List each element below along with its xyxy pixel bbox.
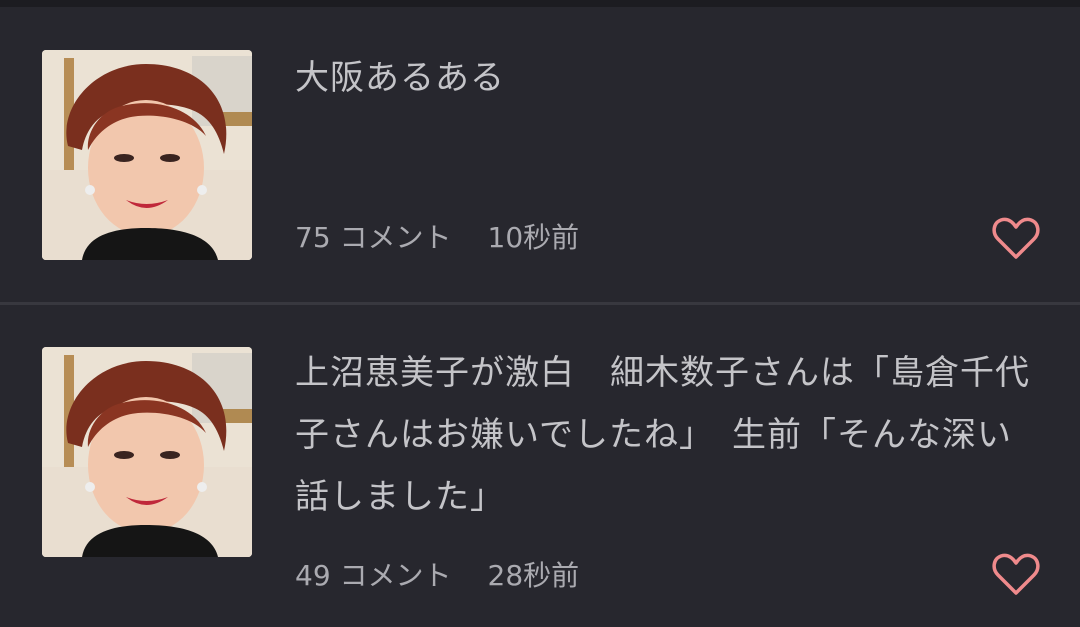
- comment-count: 75 コメント: [295, 221, 452, 254]
- feed-item[interactable]: 大阪あるある 75 コメント 10秒前: [0, 7, 1080, 302]
- heart-outline-icon[interactable]: [992, 217, 1040, 261]
- heart-outline-icon[interactable]: [992, 553, 1040, 597]
- comment-count: 49 コメント: [295, 559, 452, 592]
- post-time: 10秒前: [487, 221, 580, 254]
- top-divider: [0, 0, 1080, 7]
- feed-item[interactable]: 上沼恵美子が激白 細木数子さんは「島倉千代子さんはお嫌いでしたね」 生前「そんな…: [0, 305, 1080, 627]
- article-title[interactable]: 上沼恵美子が激白 細木数子さんは「島倉千代子さんはお嫌いでしたね」 生前「そんな…: [295, 342, 1045, 528]
- article-title[interactable]: 大阪あるある: [295, 47, 1045, 109]
- article-meta: 75 コメント 10秒前: [295, 218, 579, 258]
- article-meta: 49 コメント 28秒前: [295, 556, 579, 596]
- article-thumbnail[interactable]: [42, 347, 252, 557]
- post-time: 28秒前: [487, 559, 580, 592]
- article-thumbnail[interactable]: [42, 50, 252, 260]
